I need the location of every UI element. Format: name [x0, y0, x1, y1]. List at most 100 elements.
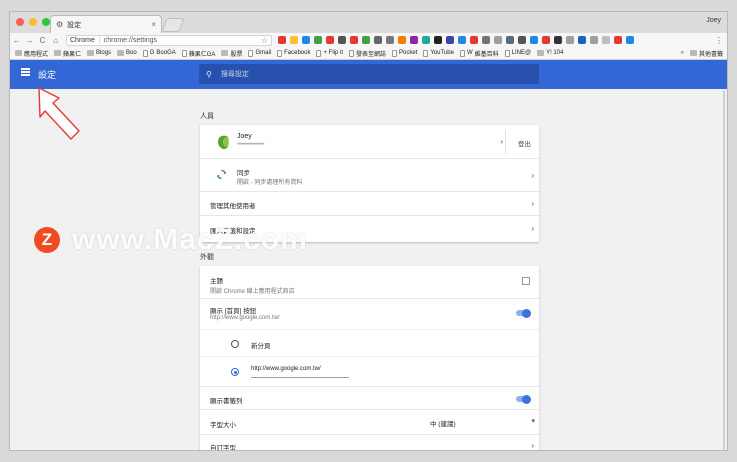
extension-icon[interactable]	[434, 36, 442, 44]
extension-icon[interactable]	[326, 36, 334, 44]
chevron-down-icon[interactable]: ▾	[531, 417, 535, 425]
bookmarks-more-icon[interactable]: »	[681, 50, 684, 56]
custom-fonts-row[interactable]: 自訂字型 ›	[200, 435, 539, 450]
extension-icon[interactable]	[542, 36, 550, 44]
extension-icon[interactable]	[470, 36, 478, 44]
maximize-window-button[interactable]	[42, 18, 50, 26]
bookmarks-bar-row[interactable]: 顯示書籤列	[200, 387, 539, 410]
reload-icon[interactable]: C	[36, 36, 49, 45]
signout-button[interactable]: 登出	[518, 138, 531, 148]
bookmark-item[interactable]: Y! 104	[537, 50, 563, 56]
extension-icon[interactable]	[494, 36, 502, 44]
menu-icon[interactable]	[21, 68, 30, 76]
extension-icon[interactable]	[374, 36, 382, 44]
home-button-toggle[interactable]	[516, 308, 531, 318]
minimize-window-button[interactable]	[29, 18, 37, 26]
bookmark-item[interactable]: Pocket	[392, 49, 417, 57]
browser-toolbar: ← → C ⌂ Chrome | chrome://settings ☆ ⋮	[10, 33, 727, 47]
extension-icon[interactable]	[482, 36, 490, 44]
extension-icon[interactable]	[398, 36, 406, 44]
chrome-label: Chrome	[70, 36, 95, 44]
extension-icon[interactable]	[626, 36, 634, 44]
bookmark-label: Gmail	[255, 50, 272, 56]
font-size-label: 字型大小	[210, 422, 236, 429]
bookmark-item[interactable]: 應用程式	[15, 49, 48, 58]
radio-row-custom[interactable]: http://www.google.com.tw/	[200, 356, 539, 387]
extension-icon[interactable]	[578, 36, 586, 44]
home-button-section: 顯示 [首頁] 按鈕 http://www.google.com.tw/ 新分頁…	[200, 299, 539, 387]
bookmark-item[interactable]: 發表至網誌	[349, 49, 386, 58]
external-link-icon[interactable]	[522, 277, 530, 285]
radio-custom[interactable]	[231, 368, 239, 376]
bookmark-star-icon[interactable]: ☆	[261, 36, 268, 45]
extension-icon[interactable]	[422, 36, 430, 44]
settings-header: 設定 ⚲ 搜尋設定	[10, 60, 727, 89]
new-tab-button[interactable]	[161, 18, 185, 32]
bookmark-item[interactable]: 蘋果仁	[54, 49, 81, 58]
bookmark-item[interactable]: Gmail	[248, 49, 272, 57]
manage-users-row[interactable]: 管理其他使用者 ›	[200, 192, 539, 216]
extension-icon[interactable]	[386, 36, 394, 44]
extension-icon[interactable]	[410, 36, 418, 44]
bookmark-item[interactable]: G BooGA	[142, 49, 176, 57]
bookmark-item[interactable]: 蘋果仁GA	[181, 49, 215, 58]
profile-row[interactable]: Joey •••••••••••••••••••••••• › 登出	[200, 125, 539, 159]
bookmark-item[interactable]: LINE@	[504, 49, 531, 57]
other-bookmarks[interactable]: » 其他書籤	[681, 49, 723, 58]
tab-settings[interactable]: ⚙ 設定 ×	[50, 15, 162, 33]
forward-icon[interactable]: →	[23, 36, 36, 45]
extension-icon[interactable]	[506, 36, 514, 44]
extension-icon[interactable]	[458, 36, 466, 44]
extension-icon[interactable]	[446, 36, 454, 44]
custom-url-field[interactable]: http://www.google.com.tw/	[251, 366, 349, 378]
extension-icons	[278, 36, 634, 44]
extension-icon[interactable]	[362, 36, 370, 44]
scrollbar[interactable]	[723, 90, 725, 450]
close-window-button[interactable]	[16, 18, 24, 26]
back-icon[interactable]: ←	[10, 36, 23, 45]
profile-name-label: Joey	[237, 133, 252, 140]
bookmark-label: + Flip it	[323, 50, 343, 56]
folder-icon	[221, 50, 229, 56]
bookmark-item[interactable]: Facebook	[277, 49, 310, 57]
home-icon[interactable]: ⌂	[49, 36, 62, 45]
extension-icon[interactable]	[302, 36, 310, 44]
bookmark-item[interactable]: 股票	[221, 49, 242, 58]
extension-icon[interactable]	[518, 36, 526, 44]
extension-icon[interactable]	[530, 36, 538, 44]
profile-name[interactable]: Joey	[706, 17, 721, 24]
extension-icon[interactable]	[350, 36, 358, 44]
more-menu-icon[interactable]: ⋮	[715, 36, 723, 45]
extension-icon[interactable]	[566, 36, 574, 44]
manage-users-label: 管理其他使用者	[210, 203, 256, 210]
bookmarks-bar-toggle[interactable]	[516, 394, 531, 404]
extension-icon[interactable]	[338, 36, 346, 44]
sync-row[interactable]: 同步 開啟 - 同步處理所有資料 ›	[200, 159, 539, 192]
font-size-select[interactable]: 中 (建議)	[430, 418, 456, 428]
window-controls	[16, 18, 50, 26]
home-button-title: 顯示 [首頁] 按鈕	[210, 308, 257, 315]
extension-icon[interactable]	[602, 36, 610, 44]
extension-icon[interactable]	[614, 36, 622, 44]
radio-row-newtab[interactable]: 新分頁	[200, 329, 539, 356]
address-url[interactable]: chrome://settings	[104, 37, 157, 44]
extension-icon[interactable]	[314, 36, 322, 44]
search-input[interactable]: ⚲ 搜尋設定	[199, 64, 539, 84]
extension-icon[interactable]	[554, 36, 562, 44]
page-icon	[349, 49, 354, 57]
bookmark-item[interactable]: W 維基百科	[459, 49, 499, 58]
extension-icon[interactable]	[590, 36, 598, 44]
bookmark-item[interactable]: Blogs	[87, 50, 111, 56]
avatar	[216, 134, 230, 150]
radio-newtab[interactable]	[231, 340, 239, 348]
section-heading-people: 人員	[200, 113, 214, 120]
watermark: Z www.MacZ.com	[34, 223, 308, 257]
address-bar[interactable]: Chrome | chrome://settings ☆	[66, 34, 272, 46]
theme-row[interactable]: 主題 開啟 Chrome 線上應用程式商店	[200, 266, 539, 299]
tab-close-icon[interactable]: ×	[151, 20, 156, 29]
bookmark-item[interactable]: + Flip it	[316, 49, 343, 57]
extension-icon[interactable]	[290, 36, 298, 44]
bookmark-item[interactable]: Boo	[117, 50, 137, 56]
bookmark-item[interactable]: YouTube	[423, 49, 454, 57]
extension-icon[interactable]	[278, 36, 286, 44]
